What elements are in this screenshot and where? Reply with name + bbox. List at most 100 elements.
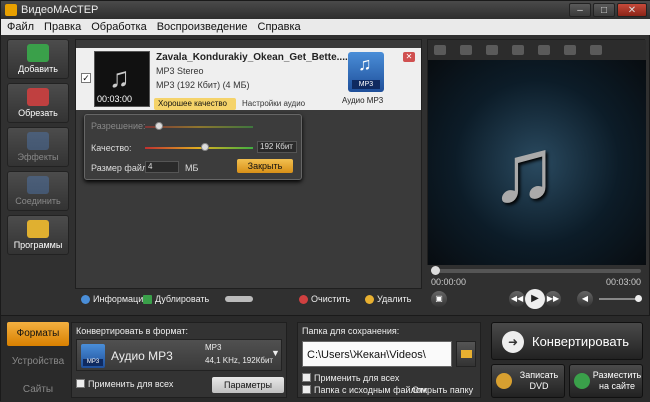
duplicate-button[interactable]: Дублировать — [143, 294, 209, 304]
file-size-input[interactable]: 4 — [145, 161, 179, 173]
rewind-button[interactable]: ◀◀ — [509, 291, 525, 307]
crop-icon[interactable] — [460, 45, 472, 55]
window-controls: – □ ✕ — [569, 3, 647, 17]
file-duration: 00:03:00 — [97, 94, 133, 104]
format-selector[interactable]: MP3 Аудио MP3 MP3 44,1 KHz, 192Кбит ▼ — [76, 339, 282, 371]
forward-button[interactable]: ▶▶ — [545, 291, 561, 307]
speed-icon[interactable] — [538, 45, 550, 55]
format-icon: MP3 — [81, 344, 105, 368]
apply-all-folder-checkbox[interactable] — [302, 373, 311, 382]
bottom-tabs: Форматы Устройства Сайты — [7, 322, 69, 402]
left-toolbar: Добавить Обрезать Эффекты Соединить Прог… — [7, 39, 69, 264]
brightness-icon[interactable] — [486, 45, 498, 55]
clear-icon — [299, 294, 308, 304]
apply-all-format-checkbox[interactable] — [76, 379, 85, 388]
seek-bar[interactable] — [431, 266, 641, 275]
duplicate-icon — [143, 294, 152, 304]
main-window: ВидеоМАСТЕР – □ ✕ Файл Правка Обработка … — [0, 0, 650, 402]
file-audio-info: MP3 Stereo — [156, 66, 204, 76]
params-button[interactable]: Параметры — [212, 377, 284, 393]
preview-toolbar — [428, 40, 646, 60]
open-folder-button[interactable]: Открыть папку — [412, 385, 473, 395]
tab-devices[interactable]: Устройства — [7, 350, 69, 374]
remove-file-button[interactable]: ✕ — [403, 52, 415, 62]
gif-icon[interactable] — [564, 45, 576, 55]
close-window-button[interactable]: ✕ — [617, 3, 647, 17]
output-format-label: Аудио MP3 — [342, 96, 384, 105]
view-list-icon — [225, 296, 253, 302]
music-note-icon: ♫ — [109, 62, 130, 93]
minimize-button[interactable]: – — [569, 3, 591, 17]
film-icon[interactable] — [434, 45, 446, 55]
quality-value: 192 Кбит — [257, 141, 297, 153]
trim-button[interactable]: Обрезать — [7, 83, 69, 123]
save-folder-label: Папка для сохранения: — [302, 326, 400, 336]
maximize-button[interactable]: □ — [593, 3, 615, 17]
file-thumbnail: ♫ 00:03:00 — [94, 51, 150, 107]
format-tag: MP3 — [83, 359, 103, 366]
quality-knob[interactable] — [201, 143, 209, 151]
menu-playback[interactable]: Воспроизведение — [157, 21, 248, 33]
effects-label: Эффекты — [17, 152, 59, 162]
popup-close-button[interactable]: Закрыть — [237, 159, 293, 173]
volume-icon[interactable]: ◀ — [577, 291, 593, 307]
dvd-icon — [496, 373, 512, 389]
app-icon — [5, 4, 17, 16]
convert-arrow-icon: ➜ — [502, 331, 524, 353]
programs-label: Программы — [13, 240, 63, 250]
publish-label: Разместить на сайте — [592, 370, 642, 391]
source-folder-checkbox[interactable] — [302, 385, 311, 394]
volume-slider[interactable] — [599, 295, 642, 302]
view-toggle[interactable] — [225, 296, 253, 302]
menu-file[interactable]: Файл — [7, 21, 34, 33]
menu-edit[interactable]: Правка — [44, 21, 81, 33]
play-button[interactable]: ▶ — [525, 289, 545, 309]
delete-button[interactable]: Удалить — [365, 294, 411, 304]
menu-help[interactable]: Справка — [258, 21, 301, 33]
quality-popup: Разрешение: Качество: 192 Кбит Размер фа… — [84, 114, 302, 180]
burn-dvd-label: Записать DVD — [519, 370, 559, 391]
join-button[interactable]: Соединить — [7, 171, 69, 211]
convert-button[interactable]: ➜ Конвертировать — [491, 322, 643, 360]
time-end: 00:03:00 — [605, 277, 641, 287]
tab-formats[interactable]: Форматы — [7, 322, 69, 346]
file-item[interactable]: ✓ ♫ 00:03:00 Zavala_Kondurakiy_Okean_Get… — [76, 48, 421, 110]
bottom-panel: Форматы Устройства Сайты Конвертировать … — [1, 315, 650, 402]
file-checkbox[interactable]: ✓ — [81, 73, 91, 83]
burn-dvd-button[interactable]: Записать DVD — [491, 364, 565, 398]
add-button[interactable]: Добавить — [7, 39, 69, 79]
clear-button[interactable]: Очистить — [299, 294, 350, 304]
convert-label: Конвертировать — [532, 334, 630, 349]
trim-label: Обрезать — [18, 108, 58, 118]
browse-folder-button[interactable] — [456, 341, 476, 367]
publish-button[interactable]: Разместить на сайте — [569, 364, 643, 398]
chevron-down-icon[interactable]: ▼ — [271, 348, 280, 358]
preview-screen: ♫ — [428, 60, 646, 265]
tab-sites[interactable]: Сайты — [7, 378, 69, 402]
add-film-icon — [27, 44, 49, 62]
timeline: 00:00:00 00:03:00 — [427, 265, 645, 289]
volume-knob[interactable] — [635, 295, 642, 302]
seek-knob[interactable] — [431, 266, 440, 275]
file-list: ✓ ♫ 00:03:00 Zavala_Kondurakiy_Okean_Get… — [75, 39, 422, 289]
save-path-input[interactable]: C:\Users\Жекан\Videos\ — [302, 341, 452, 367]
quality-slider[interactable] — [145, 147, 253, 149]
music-note-icon: ♫ — [490, 121, 558, 221]
snapshot-button[interactable]: ▣ — [431, 291, 447, 307]
effects-button[interactable]: Эффекты — [7, 127, 69, 167]
menu-process[interactable]: Обработка — [91, 21, 146, 33]
clear-label: Очистить — [311, 294, 351, 304]
folder-section: Папка для сохранения: C:\Users\Жекан\Vid… — [297, 322, 481, 398]
output-format-tile[interactable]: ♫ MP3 — [348, 52, 384, 92]
fullscreen-icon[interactable] — [590, 45, 602, 55]
programs-button[interactable]: Программы — [7, 215, 69, 255]
menu-bar: Файл Правка Обработка Воспроизведение Сп… — [1, 19, 650, 35]
contrast-icon[interactable] — [512, 45, 524, 55]
audio-settings-link[interactable]: Настройки аудио — [242, 98, 305, 110]
delete-label: Удалить — [377, 294, 412, 304]
delete-icon — [365, 294, 374, 304]
resolution-knob[interactable] — [155, 122, 163, 130]
quality-button[interactable]: Хорошее качество — [154, 98, 236, 110]
info-button[interactable]: Информация — [81, 294, 148, 304]
convert-to-label: Конвертировать в формат: — [76, 326, 188, 336]
